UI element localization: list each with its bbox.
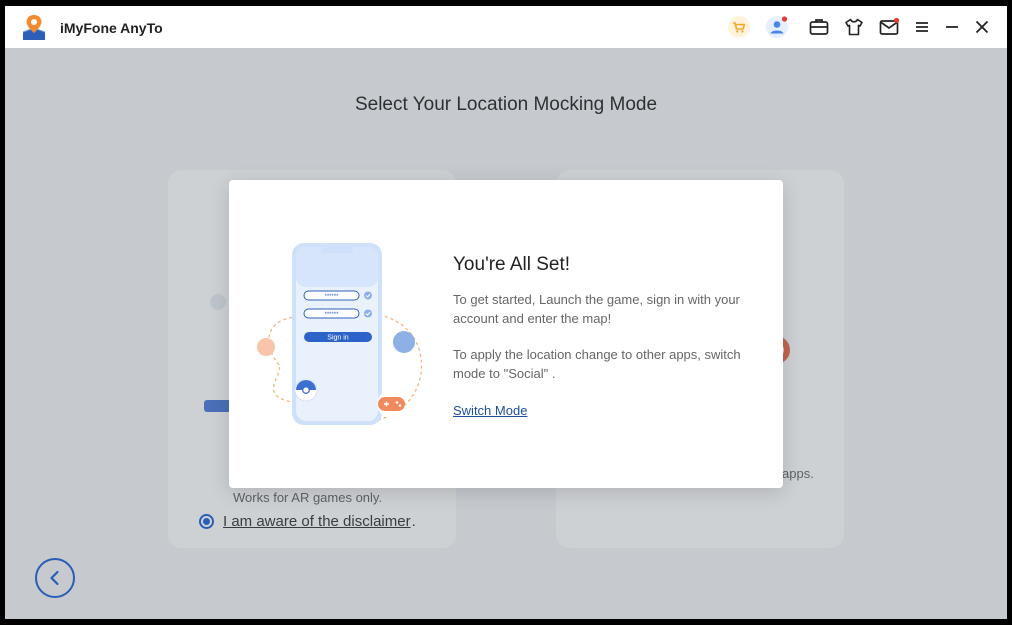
app-logo-icon <box>19 12 49 42</box>
shirt-icon[interactable] <box>843 16 865 38</box>
password-field-2-mask: ****** <box>324 312 339 318</box>
dialog-switch-hint: To apply the location change to other ap… <box>453 347 741 381</box>
dialog-instructions: To get started, Launch the game, sign in… <box>453 292 740 326</box>
title-bar: iMyFone AnyTo <box>5 6 1007 48</box>
toolbox-icon[interactable] <box>808 16 830 38</box>
menu-icon[interactable] <box>911 16 933 38</box>
mail-icon[interactable] <box>878 16 900 38</box>
close-icon[interactable] <box>971 16 993 38</box>
phone-sign-in-illustration: ****** ****** Sign in <box>257 243 423 425</box>
app-title: iMyFone AnyTo <box>60 20 163 36</box>
switch-mode-link[interactable]: Switch Mode <box>453 403 527 418</box>
cart-icon[interactable] <box>728 16 750 38</box>
password-field-1-mask: ****** <box>324 294 339 300</box>
sign-in-button-label: Sign in <box>327 335 349 342</box>
dialog-title: You're All Set! <box>453 254 571 275</box>
user-account-icon[interactable] <box>766 16 788 38</box>
app-window: iMyFone AnyTo Select Your Location Mocki… <box>5 6 1007 619</box>
minimize-icon[interactable] <box>941 16 963 38</box>
all-set-dialog: ****** ****** Sign in You're All Set! To <box>229 180 783 488</box>
